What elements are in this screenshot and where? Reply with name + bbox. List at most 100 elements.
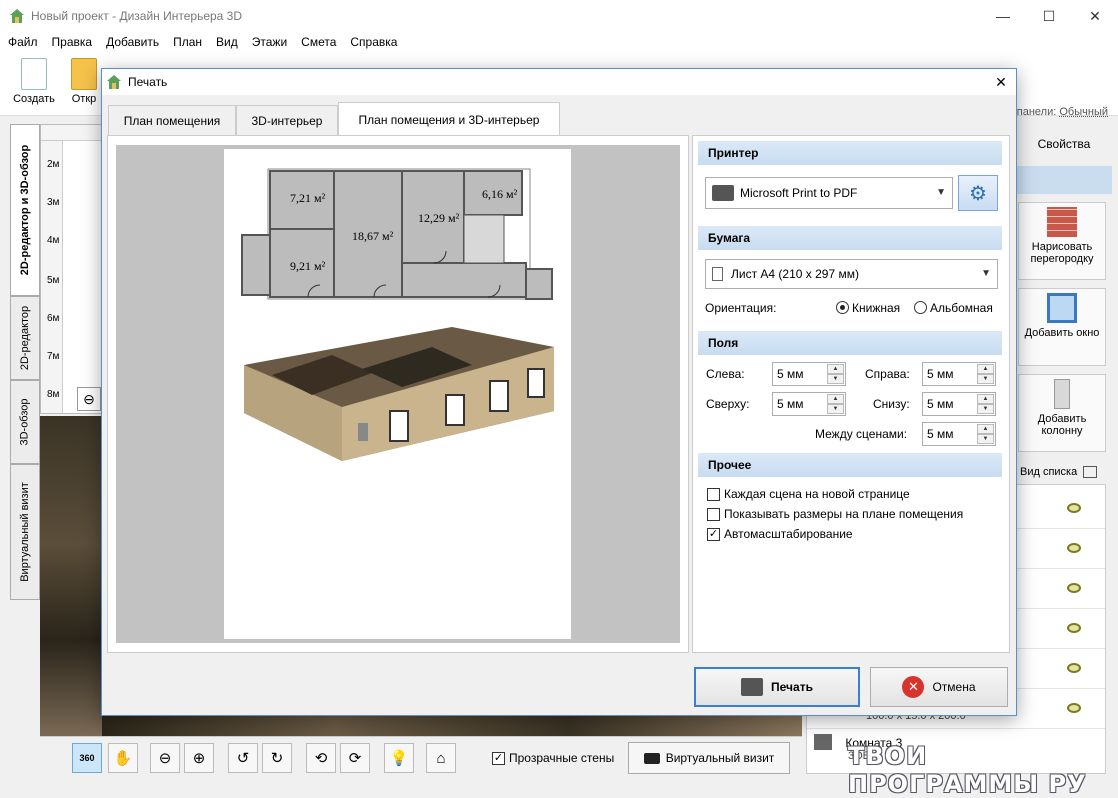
plan-editor-2d[interactable]: 2м 3м 4м 5м 6м 7м 8м ⊖ <box>40 124 102 414</box>
margin-right-input[interactable]: 5 мм ▲ ▼ <box>922 362 996 386</box>
menu-floors[interactable]: Этажи <box>252 35 287 49</box>
menu-file[interactable]: Файл <box>8 35 38 49</box>
tab-plan-and-3d[interactable]: План помещения и 3D-интерьер <box>338 102 560 136</box>
ruler-mark: 5м <box>47 275 60 286</box>
spin-up-icon[interactable]: ▲ <box>977 394 994 404</box>
view-mode-tabs: 2D-редактор и 3D-обзор 2D-редактор 3D-об… <box>10 124 40 604</box>
menu-view[interactable]: Вид <box>216 35 238 49</box>
ruler-mark: 3м <box>47 197 60 208</box>
zoom-out-icon[interactable]: ⊖ <box>77 387 101 411</box>
add-column-button[interactable]: Добавить колонну <box>1018 374 1106 452</box>
tab-2d-3d[interactable]: 2D-редактор и 3D-обзор <box>10 124 40 296</box>
radio-icon <box>914 301 927 314</box>
zoom-out-button[interactable]: ⊖ <box>150 743 180 773</box>
spin-down-icon[interactable]: ▼ <box>977 404 994 414</box>
zoom-in-button[interactable]: ⊕ <box>184 743 214 773</box>
room-cube-icon <box>814 734 832 750</box>
tab-3d-interior[interactable]: 3D-интерьер <box>236 105 338 135</box>
tab-properties[interactable]: Свойства <box>1016 124 1112 164</box>
room-area-label: 18,67 м² <box>352 229 394 243</box>
add-window-button[interactable]: Добавить окно <box>1018 288 1106 366</box>
chevron-down-icon: ▼ <box>936 187 946 198</box>
tab-2d-editor[interactable]: 2D-редактор <box>10 296 40 380</box>
rotate-right-icon[interactable]: ↻ <box>262 743 292 773</box>
orientation-portrait-radio[interactable]: Книжная <box>836 301 900 315</box>
list-view-toggle[interactable]: Вид списка <box>1016 460 1112 484</box>
margin-left-input[interactable]: 5 мм ▲ ▼ <box>772 362 846 386</box>
close-window-button[interactable]: ✕ <box>1072 0 1118 32</box>
folder-icon <box>71 58 97 90</box>
window-icon <box>1047 293 1077 323</box>
visibility-eye-icon[interactable] <box>1067 703 1081 713</box>
home-view-icon[interactable]: ⌂ <box>426 743 456 773</box>
tab-3d-view[interactable]: 3D-обзор <box>10 380 40 464</box>
maximize-button[interactable]: ☐ <box>1026 0 1072 32</box>
print-button[interactable]: Печать <box>694 667 860 707</box>
cancel-button[interactable]: ✕ Отмена <box>870 667 1008 707</box>
spin-down-icon[interactable]: ▼ <box>827 404 844 414</box>
tab-virtual-visit[interactable]: Виртуальный визит <box>10 464 40 600</box>
spin-down-icon[interactable]: ▼ <box>977 374 994 384</box>
checkbox-checked-icon: ✓ <box>492 751 505 765</box>
orientation-landscape-radio[interactable]: Альбомная <box>914 301 993 315</box>
menu-plan[interactable]: План <box>173 35 202 49</box>
margin-right-label: Справа: <box>865 367 910 381</box>
light-bulb-icon[interactable]: 💡 <box>384 743 414 773</box>
scene-gap-input[interactable]: 5 мм ▲ ▼ <box>922 422 996 446</box>
create-button[interactable]: Создать <box>6 58 62 105</box>
room-area-label: 12,29 м² <box>418 211 460 225</box>
ruler-horizontal <box>41 125 101 141</box>
margins-section-header: Поля <box>698 331 1002 355</box>
paper-size-select[interactable]: Лист А4 (210 х 297 мм) ▼ <box>705 259 998 289</box>
show-dimensions-checkbox[interactable]: Показывать размеры на плане помещения <box>707 507 963 521</box>
menu-add[interactable]: Добавить <box>106 35 159 49</box>
radio-selected-icon <box>836 301 849 314</box>
draw-wall-button[interactable]: Нарисовать перегородку <box>1018 202 1106 280</box>
margin-bottom-input[interactable]: 5 мм ▲ ▼ <box>922 392 996 416</box>
printer-icon <box>741 678 764 696</box>
margin-top-input[interactable]: 5 мм ▲ ▼ <box>772 392 846 416</box>
spin-up-icon[interactable]: ▲ <box>827 364 844 374</box>
dialog-close-button[interactable]: ✕ <box>986 69 1016 95</box>
paper-section-header: Бумага <box>698 226 1002 250</box>
menu-edit[interactable]: Правка <box>52 35 93 49</box>
virtual-visit-button[interactable]: Виртуальный визит <box>628 742 790 774</box>
window-title: Новый проект - Дизайн Интерьера 3D <box>31 9 243 23</box>
spin-down-icon[interactable]: ▼ <box>827 374 844 384</box>
new-page-per-scene-checkbox[interactable]: Каждая сцена на новой странице <box>707 487 910 501</box>
transparent-walls-checkbox[interactable]: ✓ Прозрачные стены <box>492 751 614 765</box>
spin-up-icon[interactable]: ▲ <box>977 364 994 374</box>
tab-floor-plan[interactable]: План помещения <box>108 105 236 135</box>
spin-up-icon[interactable]: ▲ <box>827 394 844 404</box>
visibility-eye-icon[interactable] <box>1067 663 1081 673</box>
visibility-eye-icon[interactable] <box>1067 623 1081 633</box>
open-button[interactable]: Откр <box>66 58 102 105</box>
orbit-right-icon[interactable]: ⟳ <box>340 743 370 773</box>
list-view-icon <box>1083 466 1098 478</box>
margin-top-label: Сверху: <box>706 397 750 411</box>
ruler-mark: 4м <box>47 235 60 246</box>
brick-wall-icon <box>1047 207 1077 237</box>
scene-3d-view[interactable] <box>40 416 102 736</box>
view-toolbar: 360 ✋ ⊖ ⊕ ↺ ↻ ⟲ ⟳ 💡 ⌂ ✓ Прозрачные стены… <box>40 736 802 781</box>
visibility-eye-icon[interactable] <box>1067 503 1081 513</box>
spin-up-icon[interactable]: ▲ <box>977 424 994 434</box>
orbit-left-icon[interactable]: ⟲ <box>306 743 336 773</box>
column-icon <box>1054 379 1070 409</box>
menu-help[interactable]: Справка <box>350 35 397 49</box>
window-titlebar: Новый проект - Дизайн Интерьера 3D <box>0 0 1118 32</box>
rotate-left-icon[interactable]: ↺ <box>228 743 258 773</box>
autoscale-checkbox[interactable]: ✓ Автомасштабирование <box>707 527 853 541</box>
cancel-x-icon: ✕ <box>902 676 925 698</box>
printer-icon <box>712 185 734 201</box>
printer-select[interactable]: Microsoft Print to PDF ▼ <box>705 177 953 209</box>
printer-section-header: Принтер <box>698 141 1002 165</box>
visibility-eye-icon[interactable] <box>1067 543 1081 553</box>
rotate-360-button[interactable]: 360 <box>72 743 102 773</box>
menu-estimate[interactable]: Смета <box>301 35 336 49</box>
spin-down-icon[interactable]: ▼ <box>977 434 994 444</box>
minimize-button[interactable]: — <box>980 0 1026 32</box>
printer-settings-button[interactable]: ⚙ <box>958 175 998 211</box>
pan-hand-icon[interactable]: ✋ <box>108 743 138 773</box>
visibility-eye-icon[interactable] <box>1067 583 1081 593</box>
